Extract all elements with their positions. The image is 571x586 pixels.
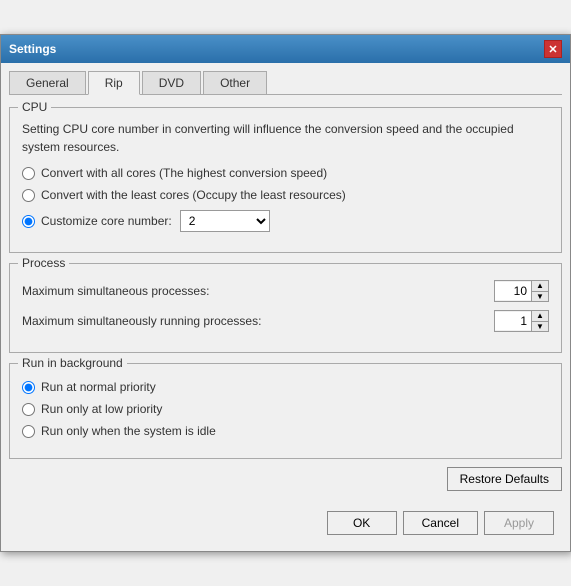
- tab-bar: General Rip DVD Other: [9, 71, 562, 95]
- cpu-group: CPU Setting CPU core number in convertin…: [9, 107, 562, 253]
- customize-label: Customize core number:: [41, 214, 172, 228]
- customize-option[interactable]: Customize core number: 1 2 3 4: [22, 210, 549, 232]
- ok-button[interactable]: OK: [327, 511, 397, 535]
- apply-button[interactable]: Apply: [484, 511, 554, 535]
- least-cores-radio[interactable]: [22, 189, 35, 202]
- max-simultaneous-down[interactable]: ▼: [532, 291, 548, 301]
- cancel-button[interactable]: Cancel: [403, 511, 478, 535]
- max-simultaneous-input[interactable]: [495, 282, 531, 300]
- title-bar: Settings ✕: [1, 35, 570, 63]
- process-group: Process Maximum simultaneous processes: …: [9, 263, 562, 353]
- tab-general[interactable]: General: [9, 71, 86, 94]
- idle-radio[interactable]: [22, 425, 35, 438]
- low-priority-option[interactable]: Run only at low priority: [22, 402, 549, 416]
- low-priority-radio[interactable]: [22, 403, 35, 416]
- core-number-dropdown[interactable]: 1 2 3 4: [180, 210, 270, 232]
- normal-priority-label: Run at normal priority: [41, 380, 156, 394]
- bottom-section: Restore Defaults: [9, 459, 562, 499]
- process-table: Maximum simultaneous processes: ▲ ▼ Maxi…: [22, 272, 549, 332]
- background-options: Run at normal priority Run only at low p…: [22, 372, 549, 438]
- cpu-group-label: CPU: [18, 100, 51, 114]
- least-cores-label: Convert with the least cores (Occupy the…: [41, 188, 346, 202]
- normal-priority-option[interactable]: Run at normal priority: [22, 380, 549, 394]
- idle-option[interactable]: Run only when the system is idle: [22, 424, 549, 438]
- footer-area: OK Cancel Apply: [9, 503, 562, 543]
- background-group: Run in background Run at normal priority…: [9, 363, 562, 459]
- max-running-down[interactable]: ▼: [532, 321, 548, 331]
- window-title: Settings: [9, 42, 56, 56]
- max-simultaneous-up[interactable]: ▲: [532, 281, 548, 291]
- max-running-spinner-buttons: ▲ ▼: [531, 311, 548, 331]
- max-simultaneous-row: Maximum simultaneous processes: ▲ ▼: [22, 280, 549, 302]
- max-simultaneous-spinner-buttons: ▲ ▼: [531, 281, 548, 301]
- all-cores-radio[interactable]: [22, 167, 35, 180]
- cpu-description: Setting CPU core number in converting wi…: [22, 116, 549, 156]
- max-running-row: Maximum simultaneously running processes…: [22, 310, 549, 332]
- tab-rip[interactable]: Rip: [88, 71, 140, 95]
- background-group-label: Run in background: [18, 356, 127, 370]
- low-priority-label: Run only at low priority: [41, 402, 162, 416]
- restore-row: Restore Defaults: [9, 459, 562, 491]
- idle-label: Run only when the system is idle: [41, 424, 216, 438]
- tab-content: CPU Setting CPU core number in convertin…: [9, 103, 562, 503]
- process-group-label: Process: [18, 256, 69, 270]
- max-running-label: Maximum simultaneously running processes…: [22, 314, 494, 328]
- least-cores-option[interactable]: Convert with the least cores (Occupy the…: [22, 188, 549, 202]
- max-running-spinner: ▲ ▼: [494, 310, 549, 332]
- restore-defaults-button[interactable]: Restore Defaults: [447, 467, 562, 491]
- tab-dvd[interactable]: DVD: [142, 71, 201, 94]
- customize-radio[interactable]: [22, 215, 35, 228]
- tab-other[interactable]: Other: [203, 71, 267, 94]
- window-body: General Rip DVD Other CPU Setting CPU co…: [1, 63, 570, 551]
- close-button[interactable]: ✕: [544, 40, 562, 58]
- settings-window: Settings ✕ General Rip DVD Other CPU Set…: [0, 34, 571, 552]
- normal-priority-radio[interactable]: [22, 381, 35, 394]
- all-cores-label: Convert with all cores (The highest conv…: [41, 166, 327, 180]
- all-cores-option[interactable]: Convert with all cores (The highest conv…: [22, 166, 549, 180]
- max-simultaneous-spinner: ▲ ▼: [494, 280, 549, 302]
- max-running-input[interactable]: [495, 312, 531, 330]
- max-simultaneous-label: Maximum simultaneous processes:: [22, 284, 494, 298]
- max-running-up[interactable]: ▲: [532, 311, 548, 321]
